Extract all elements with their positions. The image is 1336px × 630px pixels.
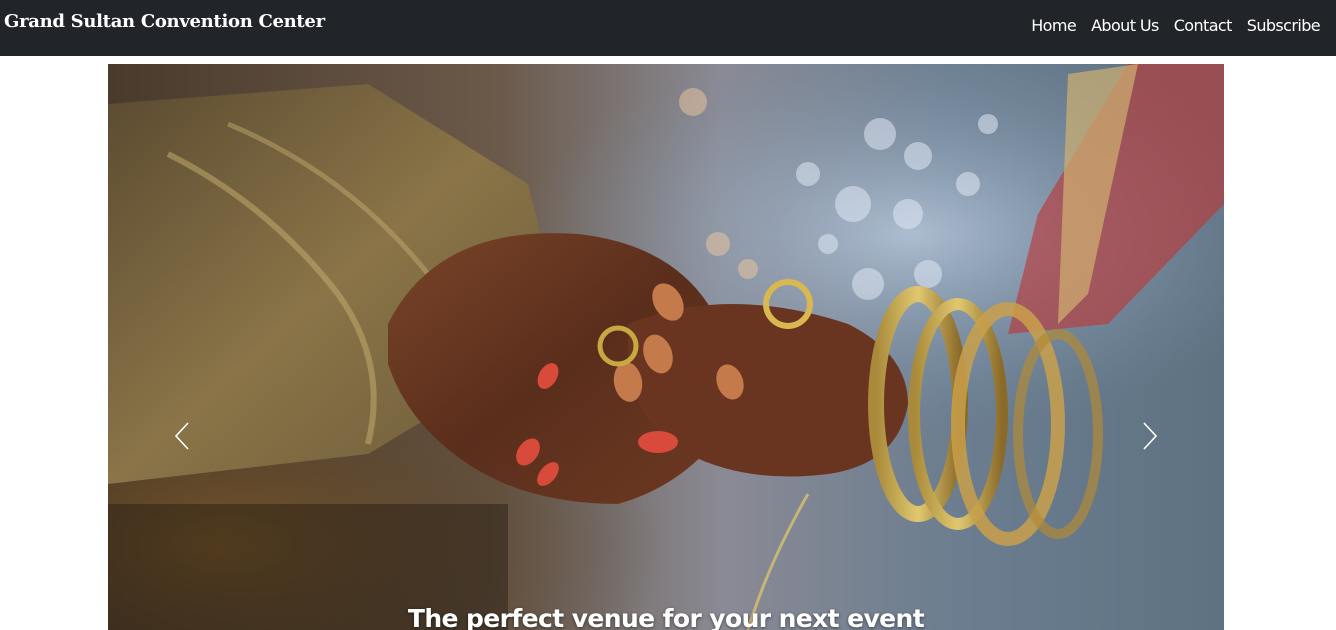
nav-link-home[interactable]: Home <box>1031 16 1076 35</box>
nav-links: Home About Us Contact Subscribe <box>1016 16 1320 35</box>
chevron-right-icon <box>1143 422 1158 450</box>
carousel-next-button[interactable] <box>1120 416 1180 456</box>
carousel-prev-button[interactable] <box>152 416 212 456</box>
chevron-left-icon <box>174 422 189 450</box>
nav-link-subscribe[interactable]: Subscribe <box>1247 16 1321 35</box>
brand-logo[interactable]: Grand Sultan Convention Center <box>4 11 325 32</box>
carousel-slide-image <box>108 64 1224 630</box>
hero-carousel: The perfect venue for your next event <box>108 64 1224 630</box>
carousel-caption: The perfect venue for your next event <box>407 604 925 630</box>
navbar: Grand Sultan Convention Center Home Abou… <box>0 0 1336 56</box>
nav-link-about-us[interactable]: About Us <box>1091 16 1159 35</box>
nav-link-contact[interactable]: Contact <box>1174 16 1233 35</box>
